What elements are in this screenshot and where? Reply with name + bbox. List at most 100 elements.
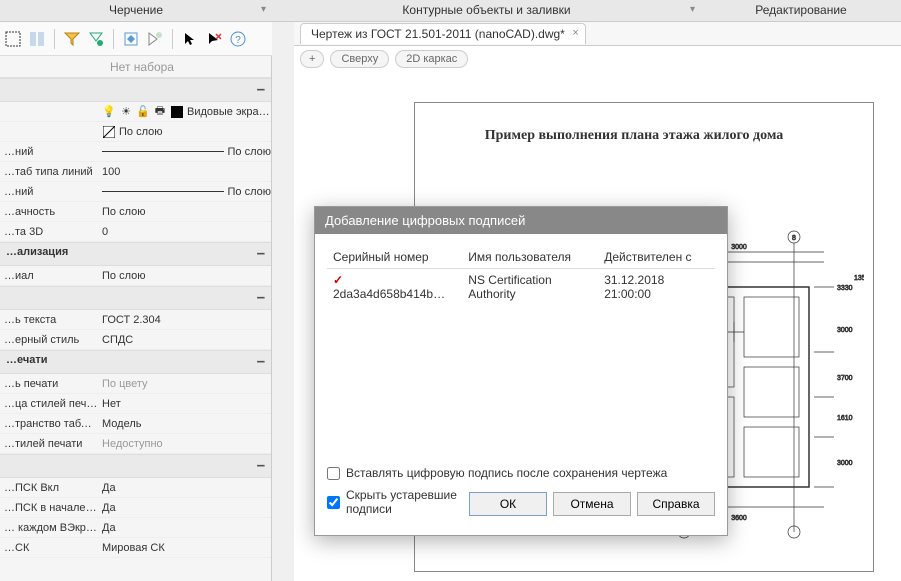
table-row[interactable]: …тилей печати Недоступно: [0, 434, 271, 454]
prop-label: …ний: [0, 146, 98, 158]
hide-label: Скрыть устаревшие подписи: [346, 488, 469, 516]
prop-label: …транство таблиц…: [0, 418, 98, 430]
svg-text:3000: 3000: [837, 460, 853, 467]
separator: [113, 29, 114, 49]
section-visualization[interactable]: …ализация −: [0, 242, 271, 266]
lock-icon[interactable]: 🔓: [136, 105, 150, 119]
svg-text:135: 135: [854, 275, 864, 282]
collapse-icon: −: [257, 354, 265, 370]
lightbulb-icon[interactable]: 💡: [102, 105, 116, 119]
table-row[interactable]: …СК Мировая СК: [0, 538, 271, 558]
menu-contours[interactable]: Контурные объекты и заливки ▾: [272, 0, 701, 21]
prop-label: …иал: [0, 270, 98, 282]
section-ucs[interactable]: −: [0, 454, 271, 478]
table-row[interactable]: …ний По слою: [0, 142, 271, 162]
section-text[interactable]: −: [0, 286, 271, 310]
ok-button[interactable]: ОК: [469, 492, 547, 516]
svg-text:3000: 3000: [731, 244, 747, 251]
option-hide-expired[interactable]: Скрыть устаревшие подписи: [327, 488, 469, 516]
table-row[interactable]: …ПСК в начале ко… Да: [0, 498, 271, 518]
view-wireframe-pill[interactable]: 2D каркас: [395, 50, 468, 68]
prop-row-layer[interactable]: 💡 ☀ 🔓 🖶 Видовые экра…: [0, 102, 271, 122]
top-menu-bar: Черчение ▾ Контурные объекты и заливки ▾…: [0, 0, 901, 22]
table-row[interactable]: …ь печати По цвету: [0, 374, 271, 394]
color-swatch-icon[interactable]: [170, 105, 184, 119]
sun-icon[interactable]: ☀: [119, 105, 133, 119]
prop-label: …ь текста: [0, 314, 98, 326]
view-top-pill[interactable]: Сверху: [330, 50, 389, 68]
col-valid[interactable]: Действителен с: [598, 246, 715, 269]
prop-value: Да: [98, 522, 271, 534]
linetype-preview: [102, 191, 224, 192]
prop-value: Нет: [98, 398, 271, 410]
select-similar-icon[interactable]: [122, 30, 140, 48]
help-icon[interactable]: ?: [229, 30, 247, 48]
prop-value: ГОСТ 2.304: [98, 314, 271, 326]
menu-drawing[interactable]: Черчение ▾: [0, 0, 272, 21]
separator: [54, 29, 55, 49]
quick-select-icon[interactable]: [87, 30, 105, 48]
svg-text:?: ?: [235, 35, 241, 46]
col-user[interactable]: Имя пользователя: [462, 246, 598, 269]
prop-row-textstyle[interactable]: …ь текста ГОСТ 2.304: [0, 310, 271, 330]
attach-checkbox[interactable]: [327, 467, 340, 480]
prop-value: Да: [98, 482, 271, 494]
view-top-label: Сверху: [341, 53, 378, 65]
serial-text: 2da3a4d658b414b…: [333, 287, 445, 301]
prop-row-material[interactable]: …иал По слою: [0, 266, 271, 286]
section-print-label: …ечати: [6, 354, 48, 370]
prop-value: 💡 ☀ 🔓 🖶 Видовые экра…: [98, 105, 271, 119]
svg-text:3330: 3330: [837, 285, 853, 292]
prop-label: …СК: [0, 542, 98, 554]
menu-drawing-label: Черчение: [109, 3, 163, 17]
collapse-icon: −: [257, 82, 265, 98]
collapse-icon: −: [257, 290, 265, 306]
chevron-down-icon: ▾: [261, 4, 266, 15]
table-row[interactable]: ✓ 2da3a4d658b414b… NS Certification Auth…: [327, 269, 715, 306]
linetype-text: По слою: [228, 186, 272, 198]
table-row[interactable]: …транство таблиц… Модель: [0, 414, 271, 434]
hide-checkbox[interactable]: [327, 496, 340, 509]
table-row[interactable]: …таб типа линий 100: [0, 162, 271, 182]
prop-label: …таб типа линий: [0, 166, 98, 178]
table-row[interactable]: …ачность По слою: [0, 202, 271, 222]
help-button[interactable]: Справка: [637, 492, 715, 516]
table-row[interactable]: …ний По слою: [0, 182, 271, 202]
filter-icon[interactable]: [63, 30, 81, 48]
bylayer-text: По слою: [119, 126, 163, 138]
section-general[interactable]: −: [0, 78, 271, 102]
svg-text:8: 8: [792, 235, 796, 242]
prop-row-color[interactable]: По слою: [0, 122, 271, 142]
add-view-button[interactable]: +: [300, 50, 324, 68]
select-crossing-icon[interactable]: [4, 30, 22, 48]
close-icon[interactable]: ×: [572, 27, 578, 39]
prop-label: …ний: [0, 186, 98, 198]
prop-value: Да: [98, 502, 271, 514]
prop-label: …ерный стиль: [0, 334, 98, 346]
col-serial[interactable]: Серийный номер: [327, 246, 462, 269]
digital-signatures-dialog: Добавление цифровых подписей Серийный но…: [314, 206, 728, 536]
table-row[interactable]: … каждом ВЭкране Да: [0, 518, 271, 538]
prop-label: …ь печати: [0, 378, 98, 390]
table-row[interactable]: …ПСК Вкл Да: [0, 478, 271, 498]
prop-value: По слою: [98, 186, 271, 198]
cancel-icon[interactable]: [205, 30, 223, 48]
prop-value: 0: [98, 226, 271, 238]
deselect-icon[interactable]: [146, 30, 164, 48]
prop-value: Модель: [98, 418, 271, 430]
table-row[interactable]: …та 3D 0: [0, 222, 271, 242]
select-window-icon[interactable]: [28, 30, 46, 48]
section-print[interactable]: …ечати −: [0, 350, 271, 374]
option-attach-after-save[interactable]: Вставлять цифровую подпись после сохране…: [327, 466, 715, 480]
prop-value: По цвету: [98, 378, 271, 390]
arrow-cursor-icon[interactable]: [181, 30, 199, 48]
menu-edit[interactable]: Редактирование: [701, 0, 901, 21]
view-bar: + Сверху 2D каркас: [294, 46, 901, 72]
cancel-button[interactable]: Отмена: [553, 492, 631, 516]
prop-row-dimstyle[interactable]: …ерный стиль СПДС: [0, 330, 271, 350]
section-visualization-label: …ализация: [6, 246, 68, 262]
print-icon[interactable]: 🖶: [153, 105, 167, 119]
view-wireframe-label: 2D каркас: [406, 53, 457, 65]
table-row[interactable]: …ца стилей печати Нет: [0, 394, 271, 414]
document-tab[interactable]: Чертеж из ГОСТ 21.501-2011 (nanoCAD).dwg…: [300, 23, 586, 44]
